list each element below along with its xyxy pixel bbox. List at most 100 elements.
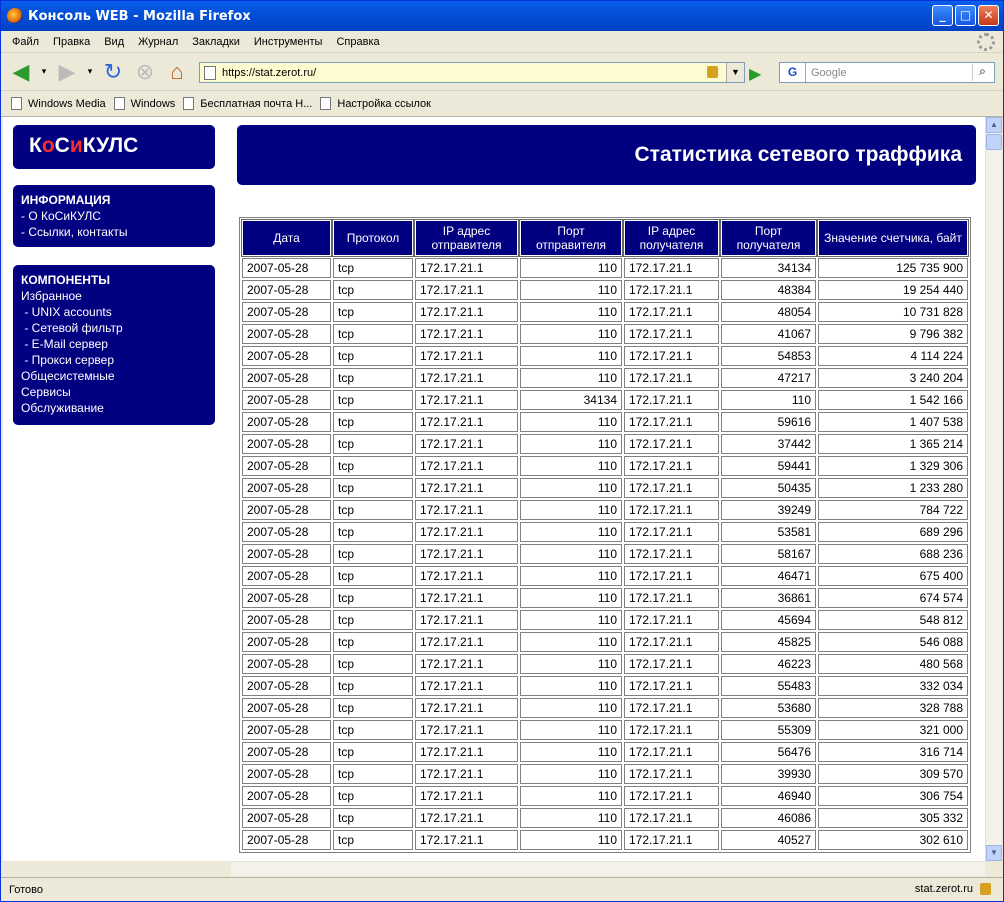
menu-history[interactable]: Журнал [131, 36, 185, 48]
link-proxy-server[interactable]: - Прокси сервер [21, 352, 207, 368]
cell-date: 2007-05-28 [242, 390, 331, 410]
cell-protocol: tcp [333, 676, 413, 696]
search-icon[interactable]: ⌕ [972, 64, 992, 81]
vertical-scrollbar[interactable]: ▲ ▼ [985, 117, 1002, 861]
link-email-server[interactable]: - E-Mail сервер [21, 336, 207, 352]
page-icon [11, 97, 22, 110]
cell-dst-port: 46940 [721, 786, 816, 806]
cell-src-ip: 172.17.21.1 [415, 390, 518, 410]
cell-protocol: tcp [333, 764, 413, 784]
site-logo[interactable]: КоСиКУЛС [13, 125, 215, 169]
cell-src-ip: 172.17.21.1 [415, 500, 518, 520]
link-services[interactable]: Сервисы [21, 384, 207, 400]
cell-src-port: 110 [520, 500, 622, 520]
cell-src-ip: 172.17.21.1 [415, 302, 518, 322]
address-bar[interactable]: https://stat.zerot.ru/ ▼ [199, 62, 745, 83]
table-row: 2007-05-28 tcp 172.17.21.1 110 172.17.21.1 47… [242, 368, 968, 388]
cell-src-ip: 172.17.21.1 [415, 830, 518, 850]
menu-tools[interactable]: Инструменты [247, 36, 330, 48]
url-text[interactable]: https://stat.zerot.ru/ [222, 67, 316, 79]
cell-dst-ip: 172.17.21.1 [624, 786, 719, 806]
cell-dst-port: 59441 [721, 456, 816, 476]
minimize-button[interactable]: _ [932, 5, 953, 26]
cell-counter: 306 754 [818, 786, 968, 806]
cell-counter: 328 788 [818, 698, 968, 718]
cell-date: 2007-05-28 [242, 588, 331, 608]
url-dropdown-chevron-down-icon[interactable]: ▼ [726, 63, 744, 82]
link-network-filter[interactable]: - Сетевой фильтр [21, 320, 207, 336]
cell-dst-ip: 172.17.21.1 [624, 324, 719, 344]
forward-history-chevron-down-icon[interactable]: ▾ [85, 58, 95, 86]
home-icon[interactable]: ⌂ [163, 58, 191, 86]
table-row: 2007-05-28 tcp 172.17.21.1 110 172.17.21.1 46… [242, 566, 968, 586]
table-row: 2007-05-28 tcp 172.17.21.1 110 172.17.21.1 37… [242, 434, 968, 454]
page-icon [204, 65, 216, 80]
cell-counter: 480 568 [818, 654, 968, 674]
cell-protocol: tcp [333, 544, 413, 564]
firefox-icon [7, 8, 23, 24]
link-contacts[interactable]: - Ссылки, контакты [21, 224, 207, 240]
cell-src-ip: 172.17.21.1 [415, 544, 518, 564]
table-row: 2007-05-28 tcp 172.17.21.1 110 172.17.21.1 48… [242, 302, 968, 322]
close-button[interactable]: ✕ [978, 5, 999, 26]
cell-src-ip: 172.17.21.1 [415, 258, 518, 278]
cell-dst-ip: 172.17.21.1 [624, 698, 719, 718]
reload-icon[interactable]: ↻ [99, 58, 127, 86]
bookmark-item[interactable]: Windows Media [11, 97, 106, 110]
stop-icon[interactable]: ⊗ [131, 58, 159, 86]
cell-dst-ip: 172.17.21.1 [624, 434, 719, 454]
menu-help[interactable]: Справка [329, 36, 386, 48]
cell-dst-ip: 172.17.21.1 [624, 478, 719, 498]
menu-bookmarks[interactable]: Закладки [185, 36, 247, 48]
cell-counter: 675 400 [818, 566, 968, 586]
cell-dst-ip: 172.17.21.1 [624, 412, 719, 432]
go-arrow-icon[interactable]: ▶ [749, 64, 761, 84]
scroll-thumb[interactable] [986, 134, 1002, 150]
lock-icon[interactable] [707, 66, 718, 78]
cell-date: 2007-05-28 [242, 500, 331, 520]
link-maintenance[interactable]: Обслуживание [21, 400, 207, 416]
link-system[interactable]: Общесистемные [21, 368, 207, 384]
forward-arrow-icon[interactable]: ▶ [53, 58, 81, 86]
cell-protocol: tcp [333, 368, 413, 388]
link-unix-accounts[interactable]: - UNIX accounts [21, 304, 207, 320]
search-box[interactable]: G Google ⌕ [779, 62, 995, 83]
page-icon [113, 97, 125, 110]
cell-counter: 784 722 [818, 500, 968, 520]
menu-view[interactable]: Вид [97, 36, 131, 48]
cell-dst-ip: 172.17.21.1 [624, 500, 719, 520]
cell-dst-ip: 172.17.21.1 [624, 632, 719, 652]
horizontal-scrollbar[interactable] [231, 861, 985, 876]
link-favorites[interactable]: Избранное [21, 288, 207, 304]
cell-src-port: 110 [520, 808, 622, 828]
throbber-icon [977, 33, 995, 51]
search-placeholder[interactable]: Google [806, 67, 846, 79]
cell-date: 2007-05-28 [242, 830, 331, 850]
google-engine-icon[interactable]: G [780, 63, 806, 82]
cell-dst-port: 46223 [721, 654, 816, 674]
cell-dst-ip: 172.17.21.1 [624, 654, 719, 674]
table-row: 2007-05-28 tcp 172.17.21.1 110 172.17.21.1 56… [242, 742, 968, 762]
bookmark-item[interactable]: Бесплатная почта Н... [183, 97, 312, 110]
lock-icon[interactable] [980, 883, 991, 895]
table-row: 2007-05-28 tcp 172.17.21.1 110 172.17.21.1 39… [242, 500, 968, 520]
back-arrow-icon[interactable]: ◀ [7, 58, 35, 86]
bookmark-item[interactable]: Windows [113, 97, 175, 110]
cell-date: 2007-05-28 [242, 544, 331, 564]
col-protocol: Протокол [332, 219, 414, 257]
back-history-chevron-down-icon[interactable]: ▾ [39, 58, 49, 86]
bookmark-item[interactable]: Настройка ссылок [320, 97, 431, 110]
link-about[interactable]: - О КоСиКУЛС [21, 208, 207, 224]
cell-counter: 125 735 900 [818, 258, 968, 278]
cell-protocol: tcp [333, 830, 413, 850]
cell-src-port: 110 [520, 764, 622, 784]
scroll-up-icon[interactable]: ▲ [986, 117, 1002, 133]
cell-protocol: tcp [333, 632, 413, 652]
menu-file[interactable]: Файл [5, 36, 46, 48]
cell-dst-ip: 172.17.21.1 [624, 588, 719, 608]
table-row: 2007-05-28 tcp 172.17.21.1 110 172.17.21.1 59… [242, 456, 968, 476]
maximize-button[interactable]: □ [955, 5, 976, 26]
table-row: 2007-05-28 tcp 172.17.21.1 110 172.17.21.1 46… [242, 654, 968, 674]
menu-edit[interactable]: Правка [46, 36, 97, 48]
scroll-down-icon[interactable]: ▼ [986, 845, 1002, 861]
